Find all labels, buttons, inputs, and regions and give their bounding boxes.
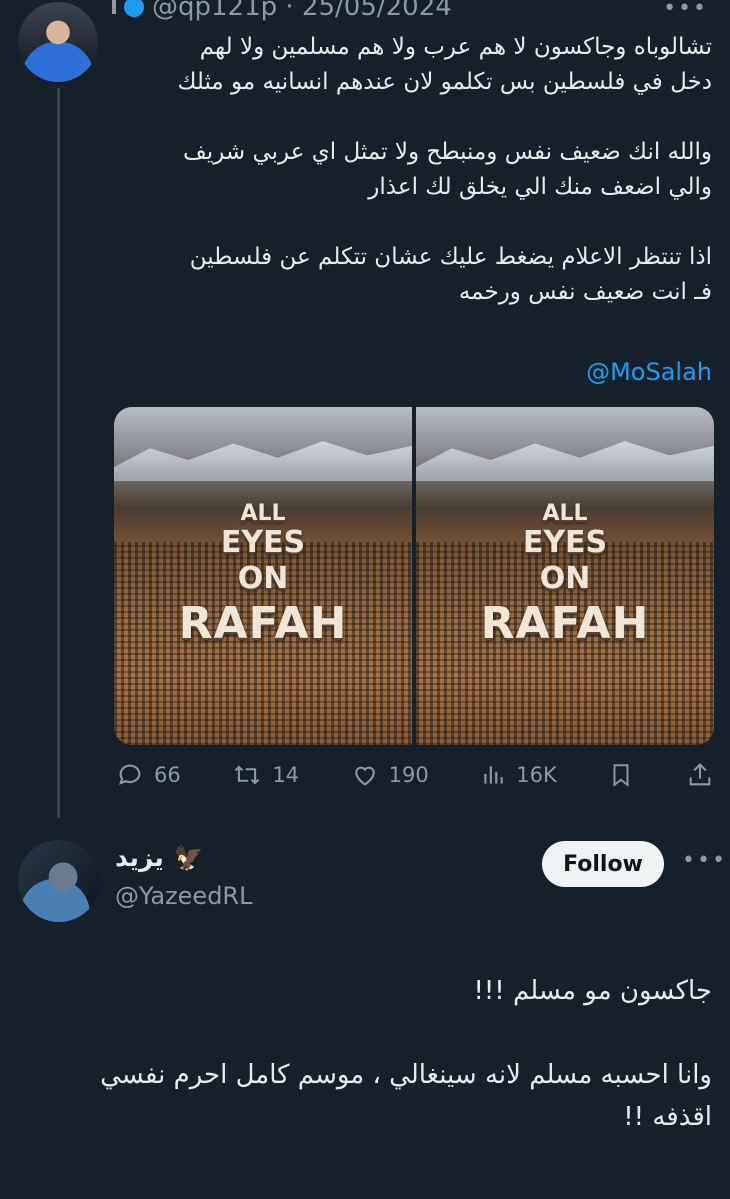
like-button[interactable]: 190	[351, 761, 429, 789]
image-word: ON	[237, 560, 289, 596]
bookmark-icon	[608, 761, 634, 789]
repost-icon	[232, 761, 262, 789]
thread-connector-line	[57, 88, 60, 818]
view-count: 16K	[516, 763, 557, 787]
repost-count: 14	[272, 763, 300, 787]
divider-bar	[112, 0, 116, 14]
author-avatar[interactable]	[18, 2, 98, 82]
views-button[interactable]: 16K	[480, 762, 557, 788]
media-image-1[interactable]: ALL EYES ON RAFAH	[114, 407, 412, 745]
tweet-body: تشالوباه وجاكسون لا هم عرب ولا هم مسلمين…	[177, 34, 712, 305]
tweet-media[interactable]: ALL EYES ON RAFAH ALL EYES ON RAFAH	[114, 407, 714, 745]
bookmark-button[interactable]	[608, 761, 634, 789]
tweet-header: @qp121p · 25/05/2024	[112, 0, 712, 22]
image-word: RAFAH	[480, 597, 650, 649]
share-button[interactable]	[686, 761, 714, 789]
eagle-emoji-icon: 🦅	[173, 843, 204, 872]
handle-and-date[interactable]: @qp121p · 25/05/2024	[152, 0, 452, 22]
mention-link[interactable]: @MoSalah	[586, 358, 712, 386]
reply-author-avatar[interactable]	[18, 840, 100, 922]
mountains	[114, 441, 412, 482]
image-word: ON	[539, 560, 591, 596]
image-word: ALL	[542, 500, 588, 526]
image-text: ALL EYES ON RAFAH	[114, 500, 412, 650]
image-text: ALL EYES ON RAFAH	[416, 500, 714, 650]
reply-body: جاكسون مو مسلم !!! وانا احسبه مسلم لانه …	[100, 976, 712, 1132]
verified-badge-icon	[124, 0, 144, 17]
image-word: ALL	[240, 500, 286, 526]
share-icon	[686, 761, 714, 789]
more-options-icon[interactable]: •••	[663, 0, 708, 21]
reply-count: 66	[154, 763, 181, 787]
image-word: RAFAH	[178, 597, 348, 649]
repost-button[interactable]: 14	[232, 761, 299, 789]
views-chart-icon	[480, 762, 506, 788]
display-name: يزيد	[115, 843, 164, 872]
image-word: EYES	[522, 524, 608, 560]
like-count: 190	[388, 763, 429, 787]
reply-author-name[interactable]: يزيد 🦅	[115, 843, 204, 872]
heart-icon	[351, 761, 379, 789]
mountains	[416, 441, 714, 482]
reply-author-handle[interactable]: @YazeedRL	[115, 882, 252, 910]
reply-button[interactable]: 66	[116, 761, 181, 789]
more-options-icon[interactable]: •••	[682, 848, 727, 873]
reply-icon	[116, 761, 144, 789]
media-image-2[interactable]: ALL EYES ON RAFAH	[416, 407, 714, 745]
tweet-thread-view: @qp121p · 25/05/2024 ••• تشالوباه وجاكسو…	[0, 0, 730, 1199]
action-bar: 66 14 190 16K	[116, 757, 714, 793]
follow-button[interactable]: Follow	[542, 841, 664, 887]
image-word: EYES	[220, 524, 306, 560]
